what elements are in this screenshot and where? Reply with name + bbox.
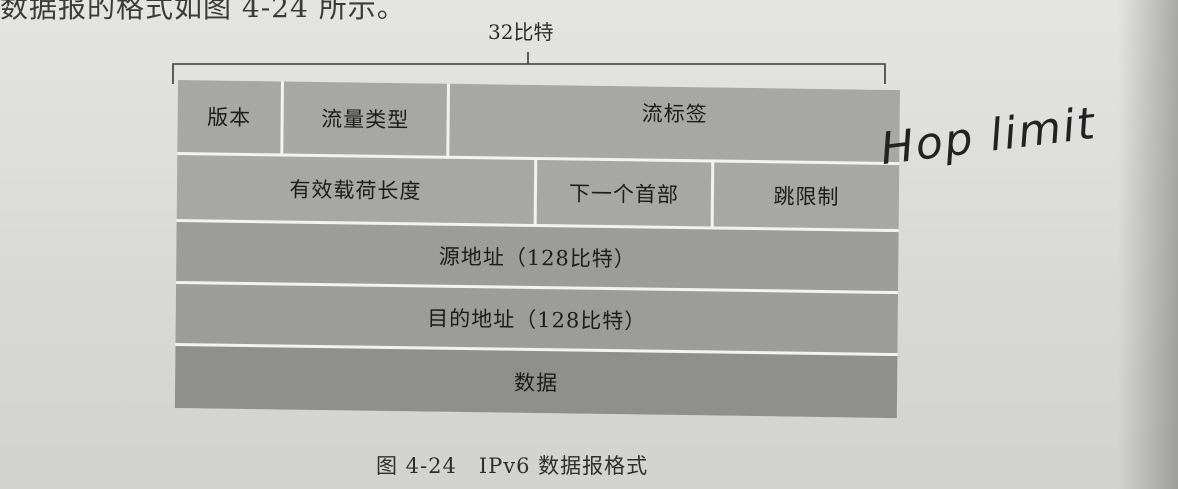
- page-edge-shadow: [1118, 0, 1178, 489]
- field-hop-limit: 跳限制: [713, 162, 900, 230]
- field-flow-label-label: 流标签: [641, 101, 708, 127]
- header-row-3: 源地址（128比特）: [176, 221, 899, 292]
- field-source-address-label: 源地址（128比特）: [438, 244, 636, 271]
- bits-width-label: 32比特: [488, 20, 554, 44]
- field-traffic-class-label: 流量类型: [321, 107, 410, 133]
- field-payload-length: 有效载荷长度: [176, 154, 535, 224]
- field-version-label: 版本: [207, 105, 252, 131]
- header-row-1: 版本 流量类型 流标签: [177, 80, 900, 163]
- field-source-address: 源地址（128比特）: [176, 221, 899, 292]
- field-next-header: 下一个首部: [536, 160, 712, 227]
- page-top-text: 数据报的格式如图 4-24 所示。: [0, 0, 406, 24]
- field-destination-address: 目的地址（128比特）: [175, 283, 899, 354]
- field-hop-limit-label: 跳限制: [773, 184, 840, 210]
- figure-caption: 图 4-24 IPv6 数据报格式: [376, 454, 649, 478]
- handwritten-annotation: Hop limit: [877, 97, 1100, 175]
- field-payload-length-label: 有效载荷长度: [289, 177, 422, 204]
- field-next-header-label: 下一个首部: [568, 181, 680, 207]
- field-flow-label: 流标签: [449, 83, 900, 163]
- field-data-label: 数据: [514, 370, 559, 396]
- field-destination-address-label: 目的地址（128比特）: [427, 305, 647, 334]
- field-data: 数据: [174, 345, 898, 419]
- textbook-page: 数据报的格式如图 4-24 所示。 32比特 版本 流量类型 流标签 有效载荷长…: [0, 0, 1178, 489]
- field-traffic-class: 流量类型: [283, 81, 447, 156]
- ipv6-header-diagram: 版本 流量类型 流标签 有效载荷长度 下一个首部 跳限制 源地址（128比特）: [174, 80, 900, 419]
- header-row-5: 数据: [174, 345, 898, 419]
- field-version: 版本: [177, 80, 281, 154]
- header-row-2: 有效载荷长度 下一个首部 跳限制: [176, 154, 900, 230]
- header-row-4: 目的地址（128比特）: [175, 283, 899, 354]
